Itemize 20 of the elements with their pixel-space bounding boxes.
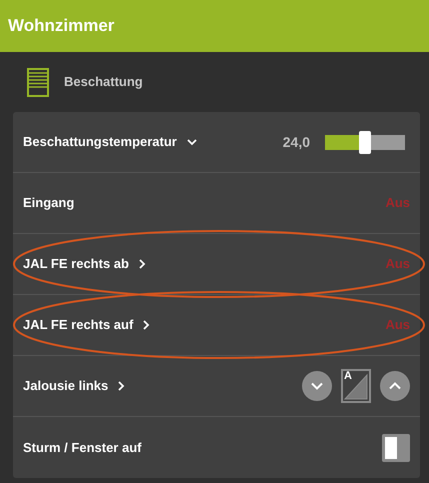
row-label[interactable]: Beschattungstemperatur — [23, 132, 177, 152]
toggle-switch[interactable] — [382, 434, 410, 462]
up-button[interactable] — [380, 371, 410, 401]
row-label[interactable]: JAL FE rechts ab — [23, 254, 129, 274]
row-label[interactable]: Jalousie links — [23, 376, 108, 396]
slider-thumb[interactable] — [359, 130, 371, 154]
auto-mode-button[interactable]: A — [341, 369, 371, 403]
chevron-down-icon — [311, 382, 323, 390]
slider-reading: 24,0 — [282, 132, 310, 152]
row-label: Eingang — [23, 194, 74, 212]
section-title: Beschattung — [64, 73, 143, 92]
chevron-up-icon — [389, 382, 401, 390]
blinds-icon — [27, 68, 49, 96]
header-title: Wohnzimmer — [8, 15, 114, 38]
down-button[interactable] — [302, 371, 332, 401]
row-label: Sturm / Fenster auf — [23, 438, 142, 457]
status-value: Aus — [385, 255, 410, 274]
status-value: Aus — [385, 194, 410, 212]
row-label[interactable]: JAL FE rechts auf — [23, 315, 134, 335]
status-value: Aus — [385, 316, 410, 334]
